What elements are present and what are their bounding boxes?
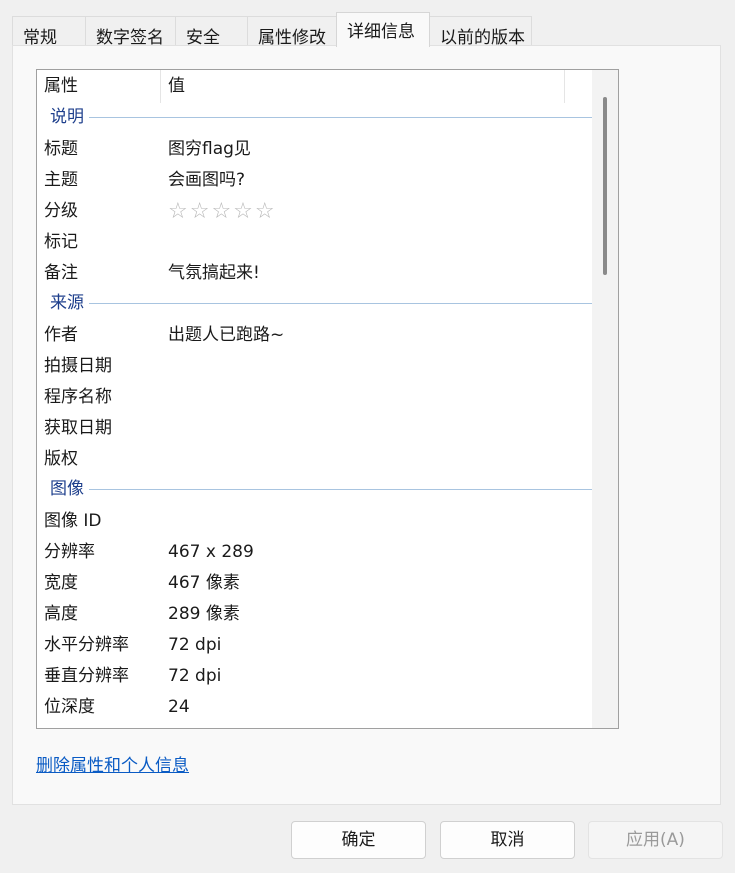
property-name: 程序名称 [44, 387, 112, 407]
property-value[interactable]: 467 像素 [168, 568, 240, 599]
tab-security[interactable]: 安全 [175, 16, 248, 48]
property-value[interactable]: 289 像素 [168, 599, 240, 630]
property-name: 作者 [44, 325, 78, 345]
property-name: 宽度 [44, 573, 78, 593]
property-name: 备注 [44, 263, 78, 283]
list-item[interactable]: 宽度 467 像素 [37, 568, 592, 599]
group-header-description[interactable]: 说明 [37, 103, 592, 134]
property-name: 标记 [44, 232, 78, 252]
list-item[interactable]: 分级 ☆☆☆☆☆ [37, 196, 592, 227]
property-name: 高度 [44, 604, 78, 624]
tab-attribute-modify[interactable]: 属性修改 [247, 16, 337, 48]
list-item[interactable]: 主题 会画图吗? [37, 165, 592, 196]
property-name: 分级 [44, 201, 78, 221]
apply-button[interactable]: 应用(A) [588, 821, 723, 859]
remove-properties-link[interactable]: 删除属性和个人信息 [36, 751, 189, 776]
list-item[interactable]: 拍摄日期 [37, 351, 592, 382]
group-header-origin[interactable]: 来源 [37, 289, 592, 320]
tab-previous-versions[interactable]: 以前的版本 [429, 16, 532, 48]
list-item[interactable]: 程序名称 [37, 382, 592, 413]
group-header-image[interactable]: 图像 [37, 475, 592, 506]
property-value[interactable]: 467 x 289 [168, 537, 254, 568]
property-value[interactable]: 会画图吗? [168, 165, 245, 196]
property-name: 版权 [44, 449, 78, 469]
property-name: 获取日期 [44, 418, 112, 438]
property-name: 图像 ID [44, 511, 102, 531]
tab-digital-signatures[interactable]: 数字签名 [85, 16, 176, 48]
list-item[interactable]: 位深度 24 [37, 692, 592, 723]
property-name: 垂直分辨率 [44, 666, 129, 686]
list-header: 属性 值 [37, 70, 592, 103]
tab-general[interactable]: 常规 [12, 16, 86, 48]
list-item[interactable]: 水平分辨率 72 dpi [37, 630, 592, 661]
list-item[interactable]: 标题 图穷flag见 [37, 134, 592, 165]
list-item[interactable]: 获取日期 [37, 413, 592, 444]
property-value[interactable]: 出题人已跑路~ [168, 320, 284, 351]
property-listview[interactable]: 属性 值 说明 标题 图穷flag见 主题 会画图吗? 分级 ☆☆☆☆☆ 标记 备注 气… [36, 69, 619, 729]
property-name: 分辨率 [44, 542, 95, 562]
list-item[interactable]: 作者 出题人已跑路~ [37, 320, 592, 351]
property-name: 位深度 [44, 697, 95, 717]
group-divider [89, 489, 592, 490]
group-divider [89, 303, 592, 304]
list-item[interactable]: 版权 [37, 444, 592, 475]
ok-button[interactable]: 确定 [291, 821, 426, 859]
group-title: 图像 [50, 475, 88, 503]
list-item[interactable]: 分辨率 467 x 289 [37, 537, 592, 568]
column-header-value[interactable]: 值 [161, 70, 565, 103]
list-item[interactable]: 标记 [37, 227, 592, 258]
list-item[interactable]: 图像 ID [37, 506, 592, 537]
list-item[interactable]: 备注 气氛搞起来! [37, 258, 592, 289]
list-body: 说明 标题 图穷flag见 主题 会画图吗? 分级 ☆☆☆☆☆ 标记 备注 气氛搞起来!… [37, 103, 592, 723]
property-value[interactable]: 72 dpi [168, 661, 221, 692]
property-name: 主题 [44, 170, 78, 190]
property-value[interactable]: 24 [168, 692, 190, 723]
property-name: 水平分辨率 [44, 635, 129, 655]
column-header-property[interactable]: 属性 [37, 70, 161, 103]
property-name: 标题 [44, 139, 78, 159]
property-name: 拍摄日期 [44, 356, 112, 376]
scrollbar-thumb[interactable] [603, 97, 607, 275]
tab-label: 详细信息 [347, 22, 415, 42]
vertical-scrollbar[interactable] [592, 70, 618, 728]
group-title: 说明 [50, 103, 88, 131]
list-item[interactable]: 高度 289 像素 [37, 599, 592, 630]
property-value[interactable]: 72 dpi [168, 630, 221, 661]
property-value[interactable]: 气氛搞起来! [168, 258, 260, 289]
property-value[interactable]: 图穷flag见 [168, 134, 251, 165]
group-title: 来源 [50, 289, 88, 317]
group-divider [89, 117, 592, 118]
tab-details[interactable]: 详细信息 [336, 12, 430, 47]
rating-stars[interactable]: ☆☆☆☆☆ [168, 196, 277, 227]
cancel-button[interactable]: 取消 [440, 821, 575, 859]
list-item[interactable]: 垂直分辨率 72 dpi [37, 661, 592, 692]
